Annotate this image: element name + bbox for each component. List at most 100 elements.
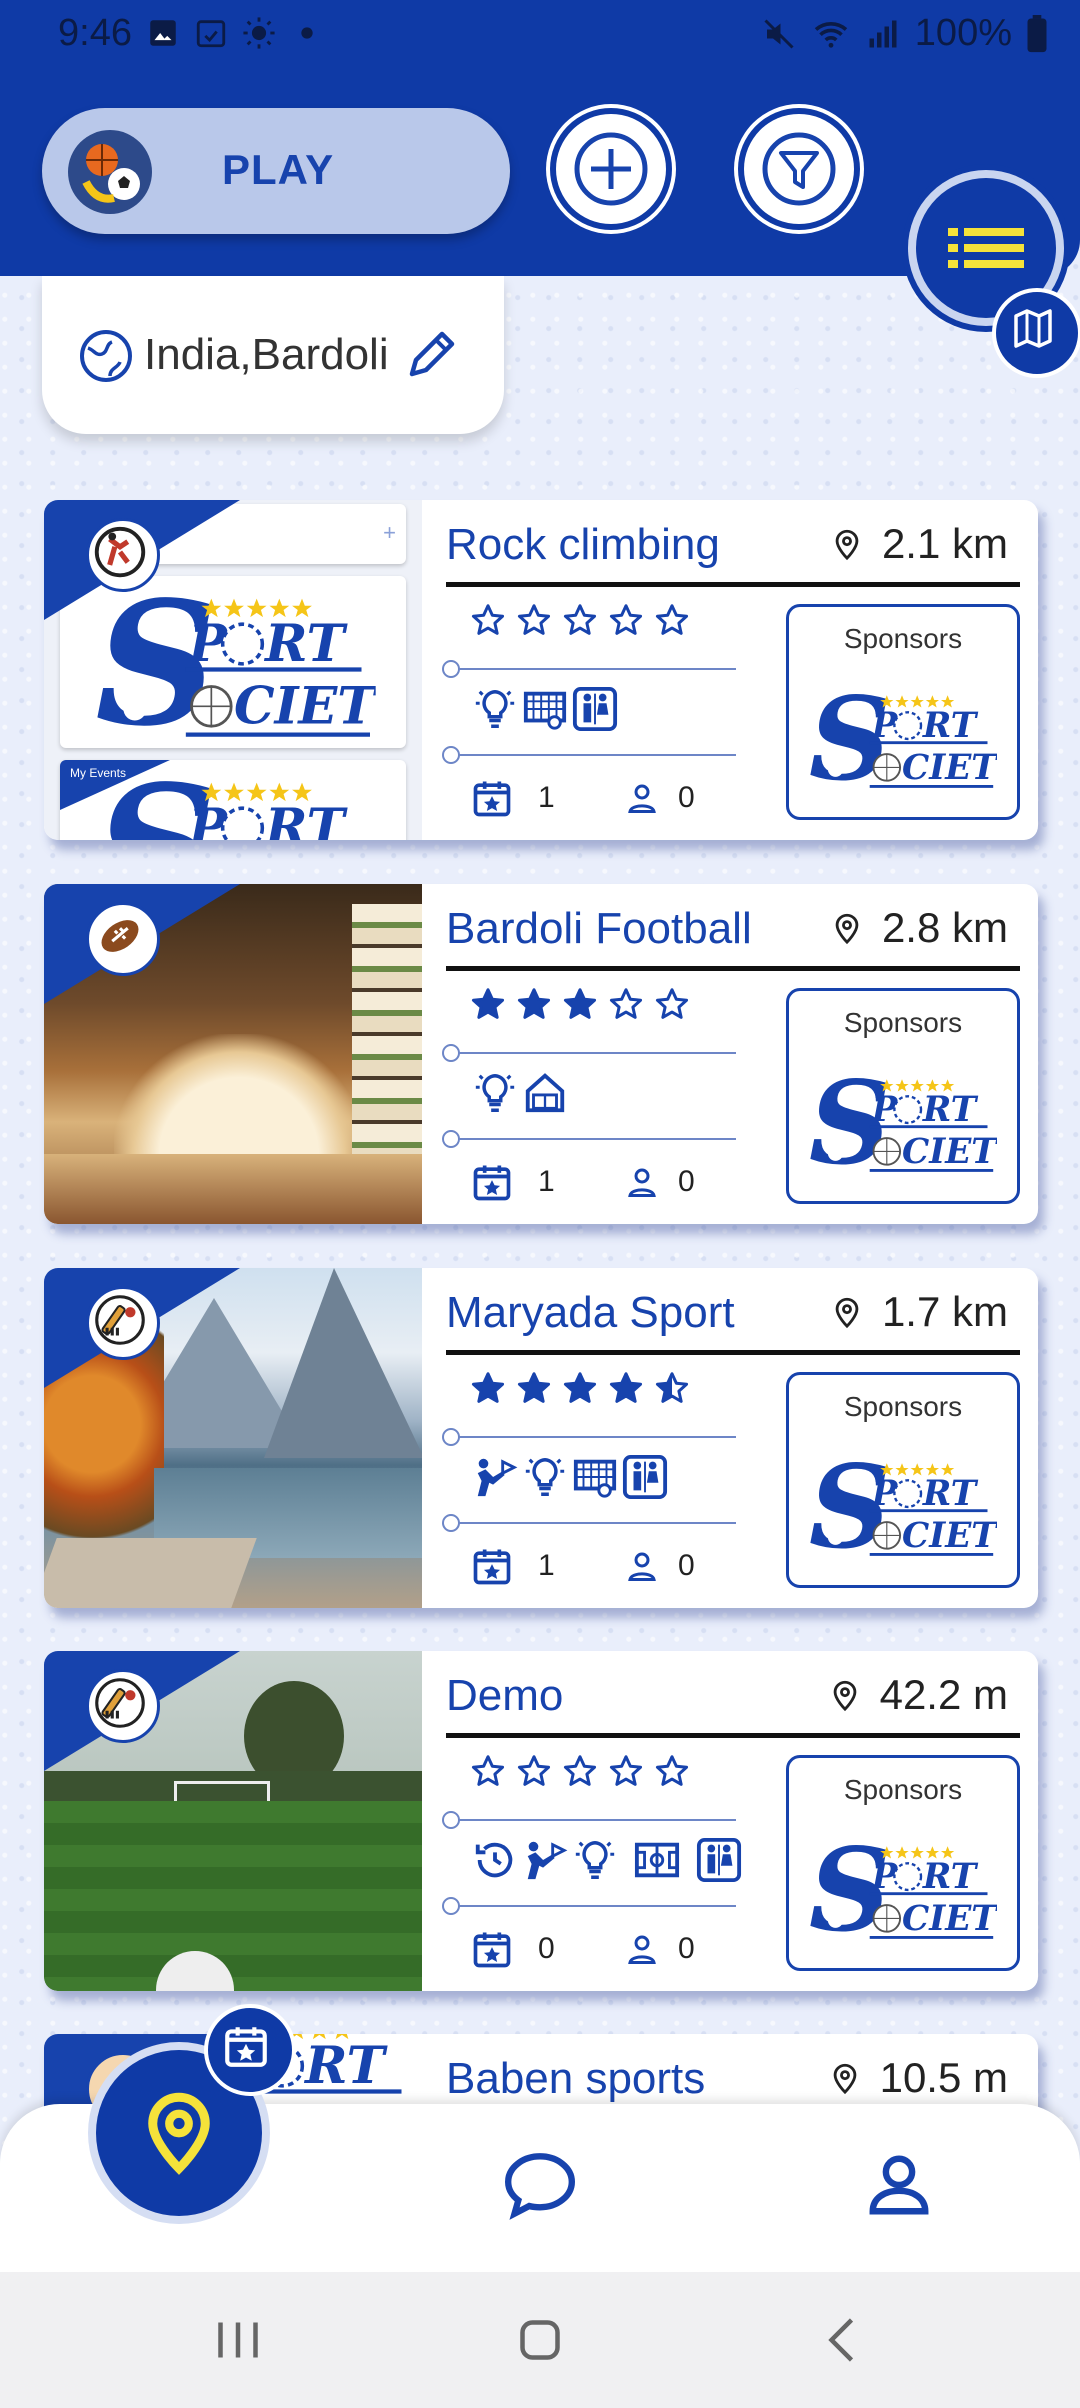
members-count: 0 (678, 1932, 695, 1965)
star-empty-icon (516, 602, 552, 638)
star-full-icon (608, 1370, 644, 1406)
sport-society-logo (84, 760, 384, 840)
divider-slider (442, 1897, 736, 1915)
plus-icon (574, 132, 648, 206)
venue-title: Baben sports (446, 2054, 706, 2103)
venue-card-bardoli-football[interactable]: Bardoli Football 2.8 km 1 0 Sponsors (44, 884, 1038, 1224)
location-card[interactable]: India,Bardoli (42, 276, 504, 434)
globe-icon (80, 330, 132, 382)
star-full-icon (562, 1370, 598, 1406)
restroom-icon (696, 1837, 742, 1883)
rugby-ball-icon (86, 902, 160, 976)
members-count: 0 (678, 781, 695, 814)
sponsors-box[interactable]: Sponsors (786, 1372, 1020, 1588)
goal-net-icon (572, 1454, 618, 1500)
floodlight-icon (522, 1454, 568, 1500)
play-label: PLAY (222, 146, 335, 193)
location-pin-icon (830, 911, 864, 945)
divider-slider (442, 1130, 736, 1148)
venue-distance: 1.7 km (830, 1288, 1008, 1336)
battery-icon (1027, 14, 1047, 52)
venue-card-maryada-sport[interactable]: Maryada Sport 1.7 km 1 0 Sponsors (44, 1268, 1038, 1608)
members-icon (624, 1164, 660, 1200)
sponsors-box[interactable]: Sponsors (786, 988, 1020, 1204)
members-icon (624, 1548, 660, 1584)
location-pin-icon (828, 2061, 862, 2095)
profile-icon[interactable] (864, 2150, 934, 2220)
title-underline (446, 582, 1020, 587)
sponsors-box[interactable]: Sponsors (786, 604, 1020, 820)
events-count: 0 (538, 1932, 555, 1965)
venue-distance: 42.2 m (828, 1671, 1008, 1719)
table-graphic (44, 1154, 422, 1224)
star-half-icon (654, 1370, 690, 1406)
amenities (472, 1454, 668, 1500)
map-icon (1014, 309, 1052, 348)
amenities (472, 1837, 748, 1883)
battery-percent: 100% (914, 12, 1012, 54)
location-text: India,Bardoli (144, 330, 389, 379)
filter-icon (762, 132, 836, 206)
climbing-icon (86, 518, 160, 592)
star-full-icon (470, 986, 506, 1022)
divider-slider (442, 746, 736, 764)
location-pin-icon (148, 2092, 210, 2175)
status-bar: 9:46 100% (0, 0, 1080, 70)
sponsors-label: Sponsors (843, 623, 963, 654)
sponsor-logo (807, 1445, 997, 1565)
star-empty-icon (608, 602, 644, 638)
venue-counts: 1 0 (470, 776, 695, 820)
star-empty-icon (654, 602, 690, 638)
members-icon (624, 1931, 660, 1967)
map-view-button[interactable] (992, 288, 1080, 378)
rating-stars (470, 602, 690, 638)
events-count: 1 (538, 1549, 555, 1582)
wifi-icon (814, 21, 847, 48)
status-right: 100% (761, 12, 1048, 55)
sponsors-label: Sponsors (843, 1007, 963, 1038)
venue-distance: 2.8 km (830, 904, 1008, 952)
book-pages-graphic (114, 1034, 364, 1154)
events-fab[interactable] (204, 2004, 296, 2096)
sports-balls-icon (68, 130, 152, 214)
play-button[interactable]: PLAY (42, 108, 510, 234)
mountain-graphic (264, 1268, 422, 1458)
indoor-house-icon (522, 1070, 568, 1116)
star-empty-icon (608, 986, 644, 1022)
events-calendar-icon (470, 1160, 514, 1204)
venue-card-rock-climbing[interactable]: + My Events Rock climbing 2.1 km 1 0 Spo (44, 500, 1038, 840)
venue-counts: 0 0 (470, 1927, 695, 1971)
home-icon[interactable] (510, 2310, 570, 2370)
title-underline (446, 966, 1020, 971)
dot-icon (301, 27, 313, 39)
venue-distance: 2.1 km (830, 520, 1008, 568)
star-empty-icon (654, 1753, 690, 1789)
rating-stars (470, 986, 690, 1022)
signal-icon (869, 20, 897, 47)
members-count: 0 (678, 1165, 695, 1198)
floodlight-icon (572, 1837, 618, 1883)
rating-stars (470, 1370, 690, 1406)
members-icon (624, 780, 660, 816)
gallery-icon (150, 20, 176, 46)
add-button[interactable] (556, 114, 666, 224)
rating-stars (470, 1753, 690, 1789)
calendar-check-icon (196, 20, 226, 48)
star-empty-icon (562, 602, 598, 638)
amenities (472, 1070, 568, 1116)
cricket-icon (86, 1669, 160, 1743)
venue-title: Maryada Sport (446, 1288, 735, 1337)
recent-apps-icon[interactable] (208, 2310, 268, 2370)
location-pin-icon (828, 1678, 862, 1712)
venue-title: Demo (446, 1671, 564, 1720)
court-icon (622, 1837, 692, 1883)
brightness-icon (243, 17, 275, 49)
venue-card-demo[interactable]: Demo 42.2 m 0 0 Sponsors (44, 1651, 1038, 1991)
sponsors-box[interactable]: Sponsors (786, 1755, 1020, 1971)
filter-button[interactable] (744, 114, 854, 224)
chat-icon[interactable] (500, 2150, 580, 2220)
star-empty-icon (470, 1753, 506, 1789)
title-underline (446, 1733, 1020, 1738)
edit-icon[interactable] (402, 326, 460, 384)
back-icon[interactable] (814, 2310, 874, 2370)
